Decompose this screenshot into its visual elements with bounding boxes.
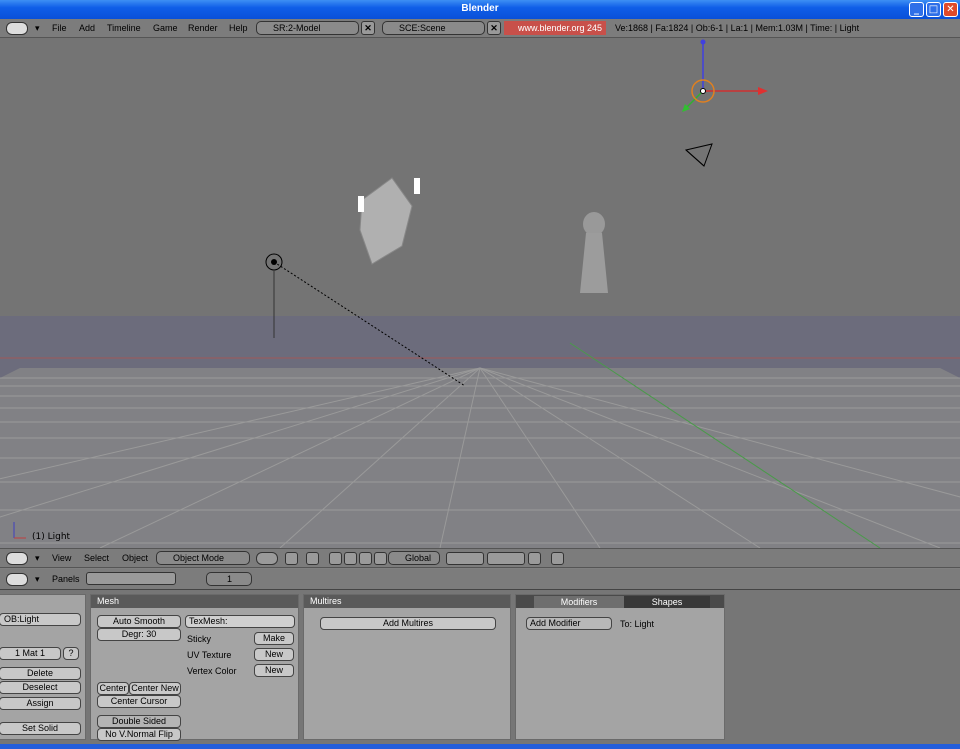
info-header: ▾ File Add Timeline Game Render Help SR:… xyxy=(0,19,960,38)
panels-label: Panels xyxy=(52,574,80,584)
scene-select[interactable]: SCE:Scene xyxy=(382,21,485,35)
material-help-button[interactable]: ? xyxy=(63,647,79,660)
window-title: Blender xyxy=(461,3,499,14)
delete-scene-icon[interactable]: ✕ xyxy=(487,21,501,35)
menu-help[interactable]: Help xyxy=(229,23,248,33)
editor-type-icon[interactable] xyxy=(6,22,28,35)
context-tabs-icon[interactable] xyxy=(86,572,176,585)
deselect-button[interactable]: Deselect xyxy=(0,681,81,694)
buttons-header: ▾ Panels 1 xyxy=(0,569,960,590)
manipulator-scale-icon[interactable] xyxy=(359,552,372,565)
buttons-editor-type-icon[interactable] xyxy=(6,573,28,586)
no-vnormal-flip-button[interactable]: No V.Normal Flip xyxy=(97,728,181,741)
multires-panel-header[interactable]: Multires xyxy=(304,595,510,608)
multires-panel: Multires Add Multires xyxy=(303,594,511,740)
manipulator-rotate-icon[interactable] xyxy=(344,552,357,565)
active-object-label: (1) Light xyxy=(32,532,71,542)
layer-icon[interactable] xyxy=(306,552,319,565)
add-modifier-select[interactable]: Add Modifier xyxy=(526,617,612,630)
blender-org-link[interactable]: www.blender.org 245 xyxy=(504,21,607,35)
viewport-canvas[interactable] xyxy=(0,38,960,548)
3d-view-header: ▾ View Select Object Object Mode Global xyxy=(0,548,960,568)
lock-icon[interactable] xyxy=(528,552,541,565)
center-button[interactable]: Center xyxy=(97,682,129,695)
menu-view[interactable]: View xyxy=(52,553,71,563)
multires-panel-title: Multires xyxy=(310,596,342,606)
tab-shapes[interactable]: Shapes xyxy=(624,596,710,608)
sticky-label: Sticky xyxy=(187,634,212,644)
menu-select[interactable]: Select xyxy=(84,553,109,563)
menu-file[interactable]: File xyxy=(52,23,67,33)
scene-stats: Ve:1868 | Fa:1824 | Ob:6-1 | La:1 | Mem:… xyxy=(615,23,860,33)
minimize-button[interactable]: _ xyxy=(909,2,924,17)
menu-add[interactable]: Add xyxy=(79,23,95,33)
link-materials-panel: OB:Light 1 Mat 1 ? Delete Deselect Assig… xyxy=(0,594,86,740)
auto-smooth-button[interactable]: Auto Smooth xyxy=(97,615,181,628)
add-multires-button[interactable]: Add Multires xyxy=(320,617,496,630)
buttons-window: OB:Light 1 Mat 1 ? Delete Deselect Assig… xyxy=(0,590,960,749)
menu-render[interactable]: Render xyxy=(188,23,218,33)
modifier-target-label: To: Light xyxy=(620,619,655,629)
manipulator-translate-icon[interactable] xyxy=(329,552,342,565)
layers-row2-icon[interactable] xyxy=(487,552,525,565)
delete-button[interactable]: Delete xyxy=(0,667,81,680)
view-editor-type-icon[interactable] xyxy=(6,552,28,565)
mode-select[interactable]: Object Mode xyxy=(156,551,250,565)
menu-game[interactable]: Game xyxy=(153,23,178,33)
close-button[interactable]: ✕ xyxy=(943,2,958,17)
mesh-panel-header[interactable]: Mesh xyxy=(91,595,298,608)
mesh-panel: Mesh Auto Smooth Degr: 30 TexMesh: Stick… xyxy=(90,594,299,741)
uv-texture-label: UV Texture xyxy=(187,650,232,660)
material-index-field[interactable]: 1 Mat 1 xyxy=(0,647,61,660)
maximize-button[interactable]: □ xyxy=(926,2,941,17)
collapse-arrow-icon[interactable]: ▾ xyxy=(35,23,40,34)
manipulator-toggle-icon[interactable] xyxy=(374,552,387,565)
center-new-button[interactable]: Center New xyxy=(129,682,181,695)
collapse-arrow-icon[interactable]: ▾ xyxy=(35,574,40,585)
3d-viewport[interactable]: (1) Light xyxy=(0,38,960,548)
pawn-object-icon[interactable] xyxy=(580,212,608,293)
set-solid-button[interactable]: Set Solid xyxy=(0,722,81,735)
layers-row1-icon[interactable] xyxy=(446,552,484,565)
tab-modifiers[interactable]: Modifiers xyxy=(534,596,624,608)
frame-number-field[interactable]: 1 xyxy=(206,572,252,586)
texmesh-field[interactable]: TexMesh: xyxy=(185,615,295,628)
double-sided-button[interactable]: Double Sided xyxy=(97,715,181,728)
render-preview-icon[interactable] xyxy=(551,552,564,565)
menu-object[interactable]: Object xyxy=(122,553,148,563)
pivot-icon[interactable] xyxy=(285,552,298,565)
modifiers-panel: Modifiers Shapes Add Modifier To: Light xyxy=(515,594,725,740)
draw-type-icon[interactable] xyxy=(256,552,278,565)
object-name-field[interactable]: OB:Light xyxy=(0,613,81,626)
menu-timeline[interactable]: Timeline xyxy=(107,23,141,33)
assign-button[interactable]: Assign xyxy=(0,697,81,710)
vertex-color-label: Vertex Color xyxy=(187,666,237,676)
delete-screen-icon[interactable]: ✕ xyxy=(361,21,375,35)
window-titlebar: Blender _ □ ✕ xyxy=(0,0,960,19)
modifiers-panel-header: Modifiers Shapes xyxy=(516,595,724,608)
collapse-arrow-icon[interactable]: ▾ xyxy=(35,553,40,564)
os-taskbar xyxy=(0,744,960,749)
screen-select[interactable]: SR:2-Model xyxy=(256,21,359,35)
center-cursor-button[interactable]: Center Cursor xyxy=(97,695,181,708)
orientation-select[interactable]: Global xyxy=(388,551,440,565)
degree-field[interactable]: Degr: 30 xyxy=(97,628,181,641)
vertex-color-new-button[interactable]: New xyxy=(254,664,294,677)
mesh-panel-title: Mesh xyxy=(97,596,120,606)
sticky-make-button[interactable]: Make xyxy=(254,632,294,645)
uv-texture-new-button[interactable]: New xyxy=(254,648,294,661)
